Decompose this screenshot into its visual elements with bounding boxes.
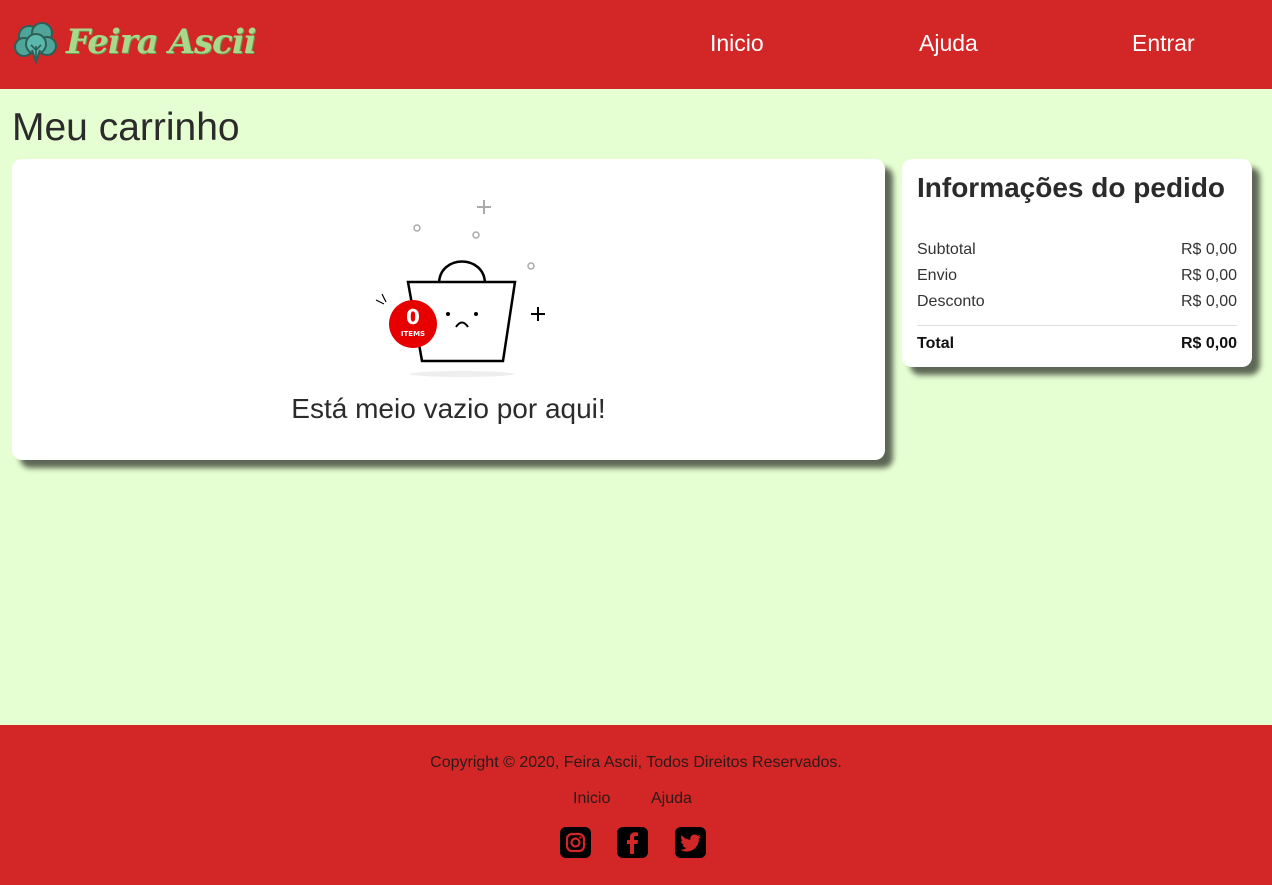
order-total-value: R$ 0,00 [1180,335,1237,352]
site-footer: Copyright © 2020, Feira Ascii, Todos Dir… [0,725,1272,885]
cart-badge-count: 0 [406,305,420,329]
instagram-icon[interactable] [560,827,591,858]
order-row-discount: Desconto R$ 0,00 [917,293,1237,311]
order-row-shipping: Envio R$ 0,00 [917,267,1237,285]
empty-cart-message: Está meio vazio por aqui! [291,393,606,424]
order-row-value: R$ 0,00 [1180,293,1237,310]
cart-panel: 0 ITEMS Está meio vazio por aqui! [12,159,885,460]
order-row-label: Envio [917,267,958,284]
page-title: Meu carrinho [12,106,240,149]
broccoli-icon [14,22,57,66]
order-row-subtotal: Subtotal R$ 0,00 [917,241,1237,259]
footer-link-ajuda[interactable]: Ajuda [651,790,692,808]
order-row-label: Subtotal [917,241,976,258]
order-row-label: Desconto [917,293,985,310]
order-total-label: Total [917,335,955,352]
site-header: Feira Ascii Inicio Ajuda Entrar [0,0,1272,89]
order-divider [917,325,1237,326]
brand-name: Feira Ascii [66,22,257,62]
order-summary-title: Informações do pedido [917,172,1226,203]
empty-bag-icon: 0 ITEMS [375,200,545,377]
copyright-text: Copyright © 2020, Feira Ascii, Todos Dir… [430,754,842,771]
twitter-icon[interactable] [675,827,706,858]
order-row-value: R$ 0,00 [1180,267,1237,284]
nav-link-entrar[interactable]: Entrar [1132,30,1195,57]
cart-badge-label: ITEMS [401,330,425,338]
nav-link-inicio[interactable]: Inicio [710,30,764,57]
facebook-icon[interactable] [617,827,648,858]
order-summary-panel: Informações do pedido Subtotal R$ 0,00 E… [902,159,1252,367]
footer-link-inicio[interactable]: Inicio [573,790,610,808]
brand[interactable]: Feira Ascii [12,18,257,66]
order-row-total: Total R$ 0,00 [917,335,1237,353]
order-row-value: R$ 0,00 [1180,241,1237,258]
nav-link-ajuda[interactable]: Ajuda [919,30,978,57]
